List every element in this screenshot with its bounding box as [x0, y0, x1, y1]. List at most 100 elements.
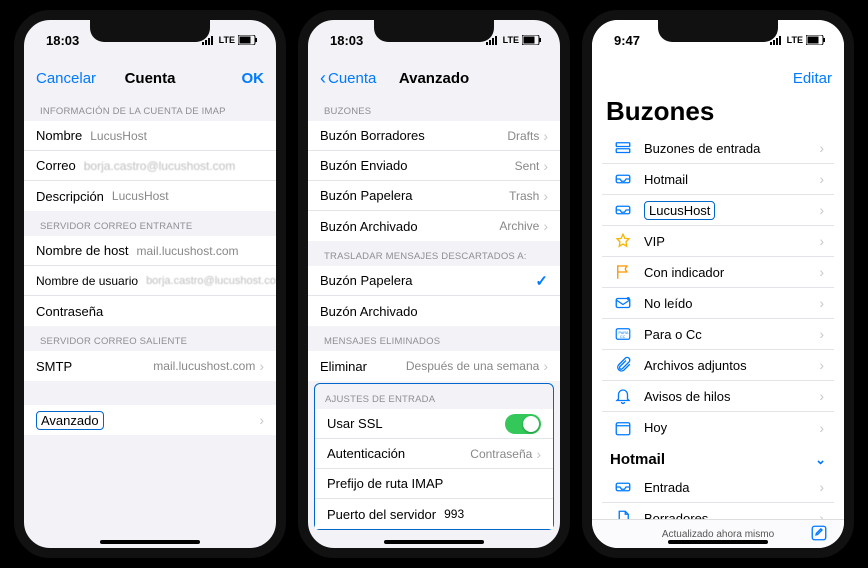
status-time: 18:03: [46, 33, 79, 48]
advanced-row[interactable]: Avanzado ›: [24, 405, 276, 435]
discard-trash-row[interactable]: Buzón Papelera✓: [308, 266, 560, 296]
mailbox-hotmail[interactable]: Hotmail›: [602, 164, 834, 195]
port-row[interactable]: Puerto del servidor993: [315, 499, 553, 529]
battery-icon: [238, 35, 258, 45]
section-header-incoming-settings: AJUSTES DE ENTRADA: [315, 384, 553, 409]
star-icon: [612, 230, 634, 252]
phone-mailboxes: 9:47 LTE Editar Buzones Buzones de entra…: [582, 10, 854, 558]
archive-mailbox-row[interactable]: Buzón ArchivadoArchive›: [308, 211, 560, 241]
chevron-right-icon: ›: [543, 188, 548, 204]
chevron-right-icon: ›: [543, 128, 548, 144]
chevron-right-icon: ›: [543, 218, 548, 234]
home-indicator: [668, 540, 768, 544]
battery-icon: [522, 35, 542, 45]
status-lte: LTE: [219, 35, 235, 45]
chevron-right-icon: ›: [259, 412, 264, 428]
chevron-right-icon: ›: [819, 357, 824, 373]
chevron-right-icon: ›: [819, 420, 824, 436]
smtp-label: SMTP: [36, 359, 72, 374]
user-field[interactable]: Nombre de usuario borja.castro@lucushost…: [24, 266, 276, 296]
battery-icon: [806, 35, 826, 45]
nav-bar: Cancelar Cuenta OK: [24, 60, 276, 96]
mailbox-flagged[interactable]: Con indicador›: [602, 257, 834, 288]
phone-account: 18:03 LTE Cancelar Cuenta OK INFORMACIÓN…: [14, 10, 286, 558]
mail-value: borja.castro@lucushost.com: [84, 159, 264, 173]
chevron-right-icon: ›: [819, 479, 824, 495]
user-label: Nombre de usuario: [36, 274, 138, 288]
paperclip-icon: [612, 354, 634, 376]
smtp-row[interactable]: SMTP mail.lucushost.com ›: [24, 351, 276, 381]
section-header-mailboxes: BUZONES: [308, 96, 560, 121]
smtp-value: mail.lucushost.com: [153, 359, 255, 373]
status-lte: LTE: [503, 35, 519, 45]
chevron-right-icon: ›: [543, 358, 548, 374]
name-label: Nombre: [36, 128, 82, 143]
chevron-left-icon: ‹: [320, 68, 326, 89]
notch: [658, 20, 778, 42]
content: BUZONES Buzón BorradoresDrafts› Buzón En…: [308, 96, 560, 548]
home-indicator: [384, 540, 484, 544]
chevron-right-icon: ›: [819, 233, 824, 249]
chevron-right-icon: ›: [819, 510, 824, 519]
calendar-icon: [612, 417, 634, 439]
mail-label: Correo: [36, 158, 76, 173]
remove-row[interactable]: EliminarDespués de una semana›: [308, 351, 560, 381]
mailbox-attachments[interactable]: Archivos adjuntos›: [602, 350, 834, 381]
host-field[interactable]: Nombre de host mail.lucushost.com: [24, 236, 276, 266]
discard-archive-row[interactable]: Buzón Archivado: [308, 296, 560, 326]
chevron-down-icon: ⌄: [815, 452, 826, 468]
mailbox-to-cc[interactable]: PARACCPara o Cc›: [602, 319, 834, 350]
hotmail-section-header[interactable]: Hotmail ⌄: [592, 443, 844, 472]
phone-advanced: 18:03 LTE ‹ Cuenta Avanzado BUZONES Buzó…: [298, 10, 570, 558]
imap-prefix-row[interactable]: Prefijo de ruta IMAP: [315, 469, 553, 499]
mailbox-today[interactable]: Hoy›: [602, 412, 834, 443]
mailbox-vip[interactable]: VIP›: [602, 226, 834, 257]
section-header-deleted: MENSAJES ELIMINADOS: [308, 326, 560, 351]
pass-field[interactable]: Contraseña: [24, 296, 276, 326]
mailbox-thread-notify[interactable]: Avisos de hilos›: [602, 381, 834, 412]
inbox-icon: [612, 199, 634, 221]
svg-text:CC: CC: [620, 335, 626, 339]
chevron-right-icon: ›: [819, 202, 824, 218]
mail-field[interactable]: Correo borja.castro@lucushost.com: [24, 151, 276, 181]
chevron-right-icon: ›: [819, 295, 824, 311]
mailbox-lucushost[interactable]: LucusHost›: [602, 195, 834, 226]
compose-button[interactable]: [810, 524, 828, 545]
notch: [374, 20, 494, 42]
mailbox-all-inboxes[interactable]: Buzones de entrada›: [602, 133, 834, 164]
hotmail-drafts[interactable]: Borradores›: [602, 503, 834, 519]
desc-field[interactable]: Descripción LucusHost: [24, 181, 276, 211]
edit-button[interactable]: Editar: [793, 70, 832, 87]
content: Buzones Buzones de entrada› Hotmail› Luc…: [592, 96, 844, 548]
name-field[interactable]: Nombre LucusHost: [24, 121, 276, 151]
chevron-right-icon: ›: [536, 446, 541, 462]
chevron-right-icon: ›: [259, 358, 264, 374]
host-value: mail.lucushost.com: [137, 244, 265, 258]
back-button[interactable]: ‹ Cuenta: [320, 68, 376, 89]
auth-row[interactable]: AutenticaciónContraseña›: [315, 439, 553, 469]
section-header-account-info: INFORMACIÓN DE LA CUENTA DE IMAP: [24, 96, 276, 121]
ssl-toggle[interactable]: [505, 414, 541, 434]
inbox-stack-icon: [612, 137, 634, 159]
to-cc-icon: PARACC: [612, 323, 634, 345]
nav-title: Avanzado: [399, 70, 469, 87]
ok-button[interactable]: OK: [242, 70, 265, 87]
content: INFORMACIÓN DE LA CUENTA DE IMAP Nombre …: [24, 96, 276, 548]
chevron-right-icon: ›: [819, 388, 824, 404]
status-time: 9:47: [614, 33, 640, 48]
pass-label: Contraseña: [36, 304, 103, 319]
drafts-mailbox-row[interactable]: Buzón BorradoresDrafts›: [308, 121, 560, 151]
bell-icon: [612, 385, 634, 407]
chevron-right-icon: ›: [819, 326, 824, 342]
desc-value: LucusHost: [112, 189, 264, 203]
inbox-icon: [612, 476, 634, 498]
ssl-row[interactable]: Usar SSL: [315, 409, 553, 439]
trash-mailbox-row[interactable]: Buzón PapeleraTrash›: [308, 181, 560, 211]
mailbox-unread[interactable]: No leído›: [602, 288, 834, 319]
chevron-right-icon: ›: [819, 171, 824, 187]
sent-mailbox-row[interactable]: Buzón EnviadoSent›: [308, 151, 560, 181]
hotmail-inbox[interactable]: Entrada›: [602, 472, 834, 503]
document-icon: [612, 507, 634, 519]
cancel-button[interactable]: Cancelar: [36, 70, 96, 87]
chevron-right-icon: ›: [819, 140, 824, 156]
